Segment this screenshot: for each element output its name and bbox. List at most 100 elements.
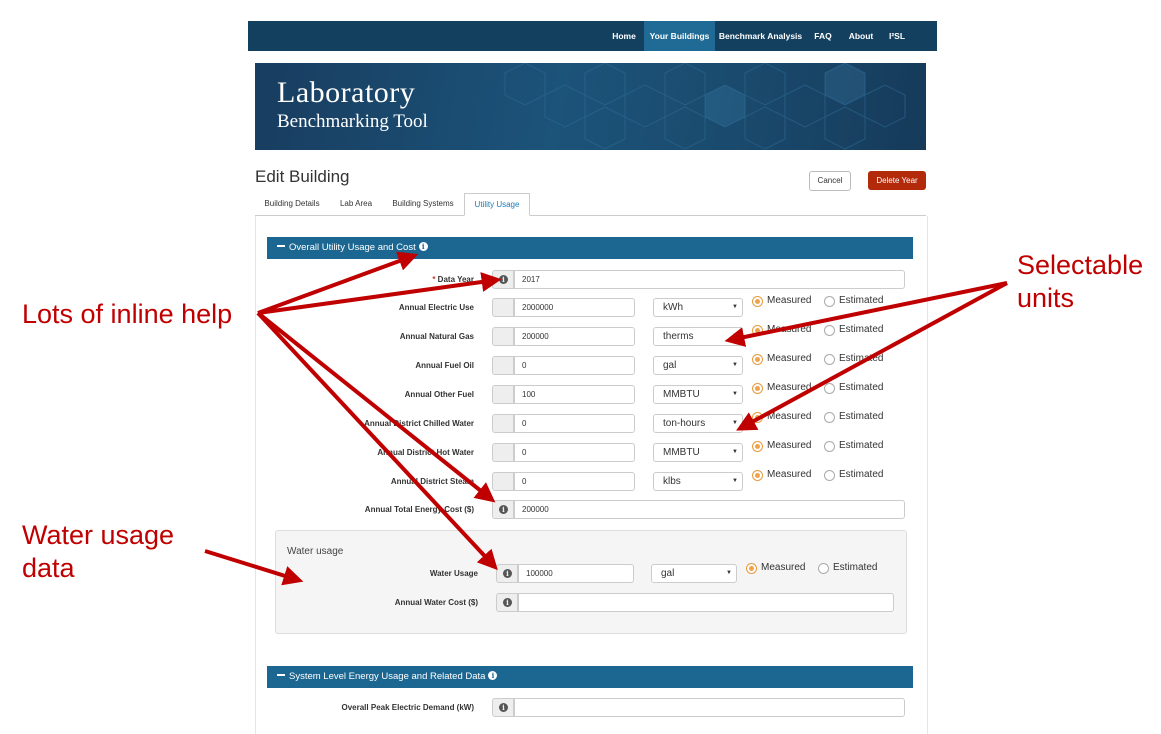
delete-year-button[interactable]: Delete Year	[868, 171, 926, 190]
estimated-radio[interactable]	[824, 296, 835, 307]
estimated-radio[interactable]	[824, 470, 835, 481]
measured-radio[interactable]	[752, 470, 763, 481]
utility-row-value-input[interactable]: 0	[514, 443, 635, 462]
utility-row-unit-select[interactable]: MMBTU ▼	[653, 385, 743, 404]
chevron-down-icon: ▼	[726, 570, 732, 576]
info-icon: i	[499, 505, 508, 514]
water-measured-radio[interactable]	[746, 563, 757, 574]
measured-radio[interactable]	[752, 354, 763, 365]
utility-row-value-input[interactable]: 0	[514, 414, 635, 433]
annotation-inline-help: Lots of inline help	[22, 299, 233, 329]
annotation-water-line2: data	[22, 553, 75, 583]
utility-row-addon	[492, 356, 514, 375]
estimated-radio[interactable]	[824, 412, 835, 423]
info-icon: i	[503, 569, 512, 578]
top-nav: Home Your Buildings Benchmark Analysis F…	[248, 21, 937, 51]
tab-building-details[interactable]: Building Details	[257, 193, 327, 215]
estimated-label: Estimated	[839, 411, 884, 422]
nav-i2sl[interactable]: I²SL	[882, 21, 912, 51]
nav-faq[interactable]: FAQ	[809, 21, 837, 51]
water-estimated-radio[interactable]	[818, 563, 829, 574]
measured-radio[interactable]	[752, 383, 763, 394]
estimated-radio[interactable]	[824, 441, 835, 452]
utility-row-label: Annual District Steam	[390, 477, 474, 486]
section-system-level-header[interactable]: System Level Energy Usage and Related Da…	[267, 666, 913, 688]
total-energy-cost-label: Annual Total Energy Cost ($)	[364, 505, 474, 514]
section-overall-utility-header[interactable]: Overall Utility Usage and Cost i	[267, 237, 913, 259]
peak-demand-help[interactable]: i	[492, 698, 514, 717]
measured-label: Measured	[767, 382, 812, 393]
tab-utility-usage[interactable]: Utility Usage	[464, 193, 530, 216]
measured-radio[interactable]	[752, 412, 763, 423]
peak-demand-input[interactable]	[514, 698, 905, 717]
nav-about[interactable]: About	[844, 21, 878, 51]
tab-building-systems[interactable]: Building Systems	[385, 193, 461, 215]
utility-row-addon	[492, 414, 514, 433]
info-icon: i	[499, 275, 508, 284]
info-icon: i	[503, 598, 512, 607]
water-cost-help[interactable]: i	[496, 593, 518, 612]
utility-row-label: Annual Fuel Oil	[415, 361, 474, 370]
utility-row-label: Annual Electric Use	[398, 303, 474, 312]
annotation-units-line2: units	[1017, 283, 1075, 313]
utility-row-label: Annual Natural Gas	[399, 332, 474, 341]
nav-home[interactable]: Home	[605, 21, 643, 51]
utility-row-value-input[interactable]: 200000	[514, 327, 635, 346]
collapse-icon	[277, 674, 285, 677]
estimated-label: Estimated	[839, 382, 884, 393]
data-year-input[interactable]: 2017	[514, 270, 905, 289]
unit-value: therms	[663, 331, 694, 342]
collapse-icon	[277, 245, 285, 248]
section-title: Overall Utility Usage and Cost	[289, 242, 416, 253]
section-title: System Level Energy Usage and Related Da…	[289, 671, 486, 682]
water-cost-input[interactable]	[518, 593, 894, 612]
info-icon[interactable]: i	[488, 670, 498, 680]
measured-radio[interactable]	[752, 296, 763, 307]
utility-row-unit-select[interactable]: gal ▼	[653, 356, 743, 375]
tab-lab-area[interactable]: Lab Area	[333, 193, 379, 215]
chevron-down-icon: ▼	[732, 478, 738, 484]
utility-row-unit-select[interactable]: klbs ▼	[653, 472, 743, 491]
data-year-help[interactable]: i	[492, 270, 514, 289]
estimated-radio[interactable]	[824, 383, 835, 394]
water-measured-label: Measured	[761, 562, 806, 573]
unit-value: kWh	[663, 302, 683, 313]
cancel-button[interactable]: Cancel	[809, 171, 851, 191]
utility-row-unit-select[interactable]: ton-hours ▼	[653, 414, 743, 433]
chevron-down-icon: ▼	[732, 304, 738, 310]
tab-bar: Building Details Lab Area Building Syste…	[255, 193, 926, 216]
utility-row-unit-select[interactable]: kWh ▼	[653, 298, 743, 317]
water-usage-help[interactable]: i	[496, 564, 518, 583]
water-cost-label: Annual Water Cost ($)	[394, 598, 478, 607]
nav-your-buildings[interactable]: Your Buildings	[644, 21, 715, 51]
chevron-down-icon: ▼	[732, 391, 738, 397]
estimated-radio[interactable]	[824, 354, 835, 365]
annotation-water-usage: Water usage data	[22, 519, 174, 585]
banner-subtitle: Benchmarking Tool	[277, 111, 428, 132]
info-icon[interactable]: i	[418, 241, 428, 251]
utility-row-value-input[interactable]: 2000000	[514, 298, 635, 317]
total-energy-cost-input[interactable]: 200000	[514, 500, 905, 519]
unit-value: gal	[663, 360, 677, 371]
nav-benchmark-analysis[interactable]: Benchmark Analysis	[717, 21, 804, 51]
utility-row-label: Annual District Chilled Water	[364, 419, 474, 428]
measured-radio[interactable]	[752, 441, 763, 452]
utility-row-value-input[interactable]: 0	[514, 356, 635, 375]
banner: Laboratory Benchmarking Tool	[255, 63, 926, 150]
data-year-label: * Data Year	[432, 275, 474, 284]
estimated-label: Estimated	[839, 469, 884, 480]
water-usage-input[interactable]: 100000	[518, 564, 634, 583]
utility-row-value-input[interactable]: 0	[514, 472, 635, 491]
water-usage-label: Water Usage	[429, 569, 478, 578]
water-unit-select[interactable]: gal ▼	[651, 564, 737, 583]
water-usage-title: Water usage	[287, 546, 344, 557]
measured-label: Measured	[767, 295, 812, 306]
estimated-label: Estimated	[839, 440, 884, 451]
estimated-radio[interactable]	[824, 325, 835, 336]
total-energy-cost-help[interactable]: i	[492, 500, 514, 519]
estimated-label: Estimated	[839, 295, 884, 306]
utility-row-value-input[interactable]: 100	[514, 385, 635, 404]
measured-radio[interactable]	[752, 325, 763, 336]
utility-row-unit-select[interactable]: MMBTU ▼	[653, 443, 743, 462]
utility-row-unit-select[interactable]: therms ▼	[653, 327, 743, 346]
